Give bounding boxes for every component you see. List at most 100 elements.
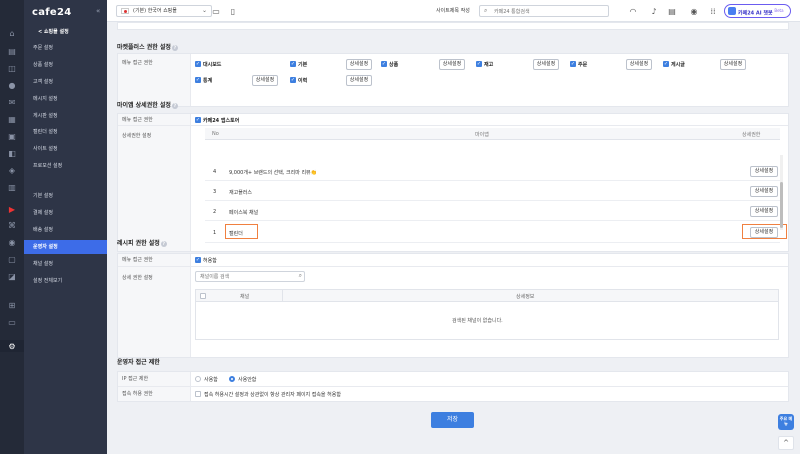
radio-ip-not-use[interactable] bbox=[229, 376, 235, 382]
nav-item-all-settings[interactable]: 설정 전체보기 bbox=[24, 274, 107, 288]
scroll-top-button[interactable]: ^ bbox=[778, 436, 794, 450]
main-menu-float-button[interactable]: 주요 메뉴 bbox=[778, 414, 794, 430]
user-icon[interactable]: ◉ bbox=[689, 6, 699, 16]
collapse-icon[interactable]: « bbox=[96, 7, 100, 15]
search-input[interactable] bbox=[494, 7, 604, 16]
bell-icon[interactable]: ♪ bbox=[649, 6, 659, 16]
headset-icon[interactable]: ◠ bbox=[628, 6, 638, 16]
legacy-detail-row: 상세 권한 설정 ⌕ 채널 상세정보 검색된 채널이 없습니다. bbox=[118, 267, 788, 357]
table-scrollbar-thumb[interactable] bbox=[780, 182, 783, 228]
ai-chatbot-button[interactable]: 카페24 AI 챗봇 Beta bbox=[724, 4, 791, 18]
channel-search-input[interactable] bbox=[200, 273, 290, 281]
site-title-label[interactable]: 사이트제목 작성 bbox=[436, 6, 470, 16]
nav-item-shipping[interactable]: 배송 설정 bbox=[24, 223, 107, 237]
main-content: 마켓플러스 권한 설정? 메뉴 접근 권한 ✓ 대시보드 ✓ 기본 상세설정 ✓… bbox=[107, 22, 800, 454]
help-icon[interactable]: ? bbox=[160, 240, 167, 247]
nav-item-basic[interactable]: 기본 설정 bbox=[24, 189, 107, 203]
nav-item-operator[interactable]: 운영자 설정 bbox=[24, 240, 107, 254]
detail-button-row-4[interactable]: 상세설정 bbox=[750, 166, 778, 177]
table-row: 2 페이스북 채널 상세설정 bbox=[205, 202, 780, 221]
home-icon[interactable]: ⌂ bbox=[7, 28, 17, 38]
label-history: 이력 bbox=[298, 78, 308, 84]
detail-button-basic[interactable]: 상세설정 bbox=[346, 59, 372, 70]
grid-icon[interactable]: ⊞ bbox=[7, 300, 17, 310]
checkbox-basic[interactable]: ✓ bbox=[290, 61, 296, 67]
shop-select[interactable]: (기본) 한국어 쇼핑몰 ⌄ bbox=[116, 5, 212, 17]
previous-section-card bbox=[117, 22, 789, 30]
detail-button-row-1[interactable]: 상세설정 bbox=[750, 227, 778, 238]
checkbox-inventory[interactable]: ✓ bbox=[476, 61, 482, 67]
folder-icon[interactable]: ▭ bbox=[7, 317, 17, 327]
detail-button-stats[interactable]: 상세설정 bbox=[252, 75, 278, 86]
stats-icon[interactable]: ▥ bbox=[7, 182, 17, 192]
label-allow: 허용함 bbox=[203, 258, 217, 264]
marketplace-access-label: 메뉴 접근 권한 bbox=[118, 54, 191, 106]
detail-button-inventory[interactable]: 상세설정 bbox=[533, 59, 559, 70]
channel-search[interactable]: ⌕ bbox=[195, 271, 305, 282]
checkbox-product[interactable]: ✓ bbox=[381, 61, 387, 67]
nav-item-board[interactable]: 게시판 설정 bbox=[24, 109, 107, 123]
label-posts: 게시글 bbox=[671, 62, 685, 68]
row-no: 3 bbox=[213, 189, 217, 195]
search-icon[interactable]: ⌕ bbox=[299, 272, 302, 280]
app-icon[interactable]: ◉ bbox=[7, 237, 17, 247]
nav-item-site[interactable]: 사이트 설정 bbox=[24, 142, 107, 156]
detail-button-posts[interactable]: 상세설정 bbox=[720, 59, 746, 70]
design-icon[interactable]: ◧ bbox=[7, 148, 17, 158]
checkbox-appstore[interactable]: ✓ bbox=[195, 117, 201, 123]
save-button[interactable]: 저장 bbox=[431, 412, 474, 428]
nav-item-product[interactable]: 상품 설정 bbox=[24, 58, 107, 72]
promotion-icon[interactable]: ◈ bbox=[7, 165, 17, 175]
settings-gear-icon[interactable]: ⚙ bbox=[0, 340, 24, 352]
label-inventory: 재고 bbox=[484, 62, 494, 68]
nav-item-payment[interactable]: 결제 설정 bbox=[24, 206, 107, 220]
detail-button-order[interactable]: 상세설정 bbox=[626, 59, 652, 70]
section-title-myapp: 마이앱 상세권한 설정? bbox=[117, 100, 178, 109]
board-icon[interactable]: ▦ bbox=[7, 114, 17, 124]
detail-button-row-2[interactable]: 상세설정 bbox=[750, 206, 778, 217]
nav-item-promotion[interactable]: 프로모션 설정 bbox=[24, 159, 107, 173]
nav-item-message[interactable]: 메시지 설정 bbox=[24, 92, 107, 106]
legacy-table-body: 검색된 채널이 없습니다. bbox=[195, 302, 779, 340]
radio-ip-use[interactable] bbox=[195, 376, 201, 382]
checkbox-allow[interactable]: ✓ bbox=[195, 257, 201, 263]
nav-item-customer[interactable]: 고객 설정 bbox=[24, 75, 107, 89]
col-divider bbox=[282, 290, 283, 302]
checkbox-stats[interactable]: ✓ bbox=[195, 77, 201, 83]
checkbox-order[interactable]: ✓ bbox=[570, 61, 576, 67]
ads-icon[interactable]: ◪ bbox=[7, 271, 17, 281]
chevron-down-icon: ⌄ bbox=[201, 7, 207, 14]
help-icon[interactable]: ? bbox=[171, 44, 178, 51]
row-app-name: 재고플러스 bbox=[229, 190, 253, 196]
myapp-access-label: 메뉴 접근 권한 bbox=[118, 114, 191, 125]
myapp-detail-row: 상세권한 설정 No 마이앱 상세권한 4 9,000개+ 브랜드의 선택, 크… bbox=[118, 126, 788, 251]
checkbox-dashboard[interactable]: ✓ bbox=[195, 61, 201, 67]
mobile-preview-icon[interactable]: ▯ bbox=[228, 6, 238, 16]
message-icon[interactable]: ✉ bbox=[7, 97, 17, 107]
apps-grid-icon[interactable]: ⁞⁞ bbox=[708, 6, 718, 16]
beta-badge: Beta bbox=[774, 8, 784, 13]
nav-item-order[interactable]: 주문 설정 bbox=[24, 41, 107, 55]
detail-button-row-3[interactable]: 상세설정 bbox=[750, 186, 778, 197]
detail-button-product[interactable]: 상세설정 bbox=[439, 59, 465, 70]
calendar-icon[interactable]: ▣ bbox=[7, 131, 17, 141]
nav-back-shop-settings[interactable]: < 쇼핑몰 설정 bbox=[24, 25, 107, 39]
float-menu-label: 주요 메뉴 bbox=[779, 416, 793, 426]
store-icon[interactable]: ▤ bbox=[667, 6, 677, 16]
product-icon[interactable]: ◫ bbox=[7, 63, 17, 73]
checkbox-all[interactable] bbox=[200, 293, 206, 299]
youtube-icon[interactable]: ▶ bbox=[7, 204, 17, 214]
order-icon[interactable]: ▤ bbox=[7, 46, 17, 56]
checkbox-history[interactable]: ✓ bbox=[290, 77, 296, 83]
shop-icon[interactable]: ⌘ bbox=[7, 220, 17, 230]
customer-icon[interactable]: ● bbox=[7, 80, 17, 90]
nav-item-calendar[interactable]: 캘린더 설정 bbox=[24, 125, 107, 139]
checkbox-posts[interactable]: ✓ bbox=[663, 61, 669, 67]
checkbox-always-allow[interactable] bbox=[195, 391, 201, 397]
global-search[interactable]: ⌕ bbox=[479, 5, 609, 17]
pc-preview-icon[interactable]: ▭ bbox=[211, 6, 221, 16]
help-icon[interactable]: ? bbox=[171, 102, 178, 109]
nav-item-channel[interactable]: 채널 설정 bbox=[24, 257, 107, 271]
market-icon[interactable]: ▢ bbox=[7, 254, 17, 264]
detail-button-history[interactable]: 상세설정 bbox=[346, 75, 372, 86]
